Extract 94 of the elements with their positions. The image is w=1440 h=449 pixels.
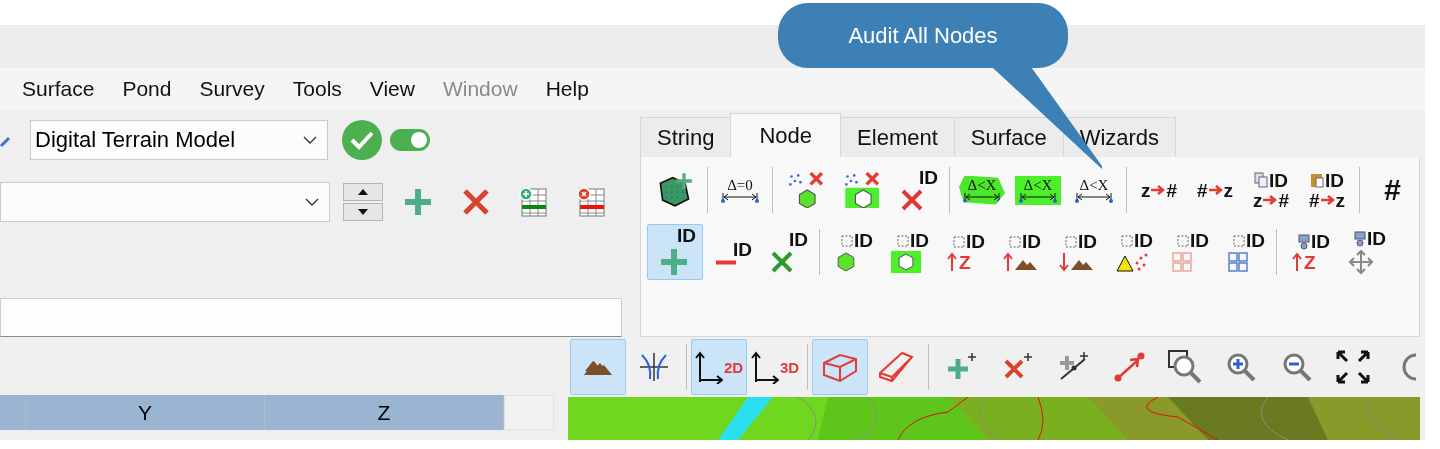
- menu-item[interactable]: Survey: [199, 77, 279, 101]
- close-icon: [900, 188, 924, 212]
- apply-button[interactable]: [342, 120, 382, 160]
- dotted-square-icon: [1177, 233, 1189, 248]
- arrow-right-icon: [1263, 194, 1278, 206]
- table-remove-icon: [576, 186, 608, 218]
- cross-icon: [770, 250, 794, 274]
- toolbar-button[interactable]: ID: [1104, 224, 1160, 280]
- toolbar-button[interactable]: Δ=0: [712, 162, 768, 218]
- chevron-down-icon: [303, 135, 317, 145]
- check-icon: [350, 130, 374, 150]
- toolbar-button[interactable]: ID Z: [1281, 224, 1337, 280]
- spin-down-button[interactable]: [343, 203, 383, 221]
- toolbar-button[interactable]: Δ<X: [1066, 162, 1122, 218]
- input-field[interactable]: [0, 298, 622, 337]
- triangle-points-icon: [1115, 251, 1149, 273]
- column-header: [0, 395, 26, 430]
- dotted-square-icon: [1065, 234, 1077, 249]
- toolbar-button[interactable]: ID: [992, 224, 1048, 280]
- axes-icon: [694, 350, 723, 384]
- arrow-right-icon: [1151, 184, 1166, 196]
- menu-item[interactable]: Tools: [292, 77, 356, 101]
- toolbar-button[interactable]: ID: [1048, 224, 1104, 280]
- dimension-icon: [1018, 192, 1058, 203]
- triangle-up-icon: [358, 189, 368, 195]
- toolbar-button[interactable]: Δ<X: [954, 162, 1010, 218]
- toolbar-button[interactable]: ID # z: [1299, 162, 1355, 218]
- terrain-raise-icon: [1003, 252, 1039, 272]
- toolbar-button[interactable]: # z: [1187, 162, 1243, 218]
- menu-item[interactable]: View: [369, 77, 429, 101]
- points-delete-icon: [787, 172, 823, 208]
- toolbar-button[interactable]: ID: [824, 224, 880, 280]
- toolbar-button[interactable]: ID: [703, 224, 759, 280]
- arrow-right-icon: [1320, 194, 1335, 206]
- toolbar-button[interactable]: Δ<X: [1010, 162, 1066, 218]
- toolbar-button[interactable]: ID z #: [1243, 162, 1299, 218]
- grid-icon: [1227, 251, 1249, 273]
- callout: Audit All Nodes: [778, 3, 1068, 68]
- menu-item[interactable]: Pond: [122, 77, 186, 101]
- column-header[interactable]: Z: [265, 395, 504, 430]
- dotted-square-icon: [897, 233, 909, 248]
- zoom-window-icon: [1167, 349, 1203, 385]
- dimension-icon: [1074, 192, 1114, 203]
- tab[interactable]: String: [640, 117, 732, 157]
- dotted-square-icon: [1233, 233, 1245, 248]
- spin-up-button[interactable]: [343, 183, 383, 201]
- toolbar-button[interactable]: #: [1364, 162, 1419, 218]
- toolbar-button[interactable]: ID: [889, 162, 945, 218]
- model-dropdown[interactable]: Digital Terrain Model: [30, 120, 328, 160]
- plus-icon: [402, 186, 434, 218]
- dotted-square-icon: [953, 234, 965, 249]
- column-header: [504, 395, 554, 430]
- arrow-right-icon: [1208, 184, 1223, 196]
- menu-item[interactable]: Surface: [22, 77, 109, 101]
- dimension-icon: [720, 192, 760, 203]
- toolbar-button[interactable]: ID: [759, 224, 815, 280]
- arrow-up-icon: [1292, 252, 1302, 272]
- tab[interactable]: Node: [730, 113, 842, 157]
- toolbar-button[interactable]: ID Z: [936, 224, 992, 280]
- polygon-plus-icon: [657, 172, 693, 208]
- dotted-square-icon: [1121, 233, 1133, 248]
- triangle-down-icon: [358, 209, 368, 215]
- paste-icon: [1310, 172, 1324, 188]
- chevron-down-icon: [305, 197, 319, 207]
- table-add-icon: [518, 186, 550, 218]
- axes-icon: [750, 350, 779, 384]
- toolbar-button[interactable]: 3D: [747, 339, 803, 395]
- dotted-square-icon: [841, 233, 853, 248]
- toolbar-button[interactable]: ID: [1337, 224, 1393, 280]
- node-icon: [1354, 230, 1366, 247]
- node-icon: [1298, 233, 1310, 250]
- toggle-switch[interactable]: [390, 129, 430, 151]
- arrow-up-icon: [947, 252, 957, 272]
- toolbar-button[interactable]: ID: [647, 224, 703, 280]
- toolbar-button[interactable]: ID: [880, 224, 936, 280]
- wedge-icon: [876, 349, 916, 385]
- points-delete-icon: [843, 172, 879, 208]
- toolbar-button[interactable]: ID: [1160, 224, 1216, 280]
- arrow-icon: [1113, 351, 1145, 383]
- terrain-lower-icon: [1059, 252, 1095, 272]
- toolbar-button[interactable]: ID: [1216, 224, 1272, 280]
- hexagon-icon: [835, 251, 857, 273]
- line-plus-icon: [1057, 351, 1089, 383]
- zoom-extents-icon: [1335, 349, 1371, 385]
- menu-item[interactable]: Help: [545, 77, 603, 101]
- minus-icon: [714, 259, 738, 265]
- column-header[interactable]: Y: [26, 395, 265, 430]
- copy-icon: [1254, 172, 1268, 188]
- dimension-icon: [962, 192, 1002, 203]
- grid-icon: [1171, 251, 1193, 273]
- dotted-square-icon: [1009, 234, 1021, 249]
- plus-icon: [658, 246, 690, 278]
- move-icon: [1348, 249, 1374, 275]
- toolbar-button[interactable]: z #: [1131, 162, 1187, 218]
